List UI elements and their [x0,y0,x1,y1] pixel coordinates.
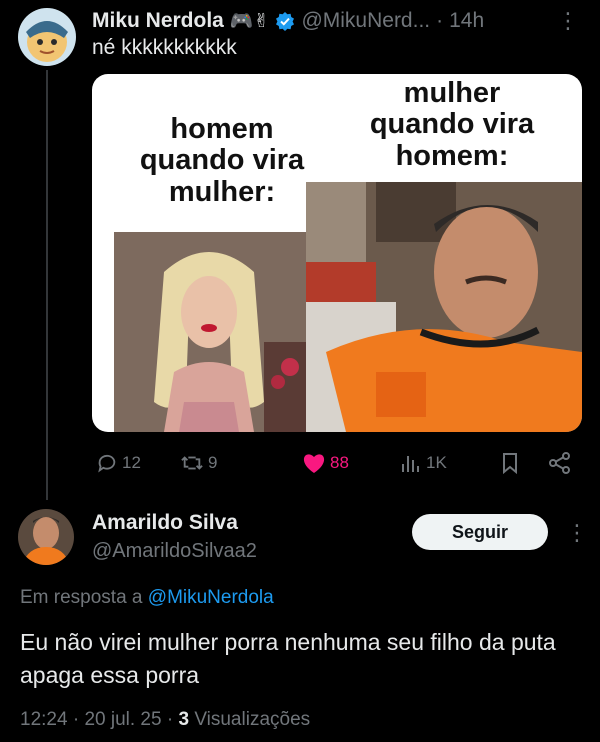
reply-button[interactable]: 12 [92,452,141,474]
reply-avatar[interactable] [18,509,74,565]
tweet-header: Miku Nerdola 🎮✌ @MikuNerd... · 14h ⋮ [92,8,580,34]
reply-count: 12 [122,453,141,472]
separator: · [166,709,174,730]
like-count: 88 [330,453,349,472]
reply-more-options-icon[interactable]: ⋮ [566,520,588,546]
like-button[interactable]: 88 [298,452,349,474]
separator: · [72,709,80,730]
meme-photo-left [114,232,306,432]
reply-date[interactable]: 20 jul. 25 [84,709,161,730]
reply-author-name[interactable]: Amarildo Silva [92,511,238,535]
tweet-actions: 12 9 88 1K [92,449,578,477]
reply-author-handle[interactable]: @AmarildoSilvaa2 [92,540,257,563]
share-button[interactable] [544,452,572,474]
reply-meta: 12:24 · 20 jul. 25 · 3 Visualizações [20,709,310,731]
analytics-icon [400,452,422,474]
views-count: 1K [426,453,447,472]
views-button[interactable]: 1K [396,452,447,474]
meme-photo-right [306,182,582,432]
reply-context: Em resposta a @MikuNerdola [20,587,274,609]
tweet-time[interactable]: 14h [449,9,484,33]
thread-line [46,70,48,500]
avatar[interactable] [18,8,76,66]
verified-icon [275,11,295,31]
reply-views-label: Visualizações [194,709,311,730]
author-name[interactable]: Miku Nerdola [92,9,224,33]
more-options-icon[interactable]: ⋮ [557,8,580,34]
share-icon [548,452,572,474]
meme-caption-right: mulher quando vira homem: [369,77,535,172]
retweet-button[interactable]: 9 [176,452,217,474]
author-emojis: 🎮✌ [229,11,270,32]
bookmark-icon [500,452,520,474]
reply-to-mention[interactable]: @MikuNerdola [148,587,274,608]
retweet-count: 9 [208,453,218,472]
author-handle[interactable]: @MikuNerd... [301,9,430,33]
follow-button[interactable]: Seguir [412,514,548,550]
tweet-media[interactable]: homem quando vira mulher: mulher quando … [92,74,582,432]
reply-text: Eu não virei mulher porra nenhuma seu fi… [20,629,556,688]
meme-caption-left: homem quando vira mulher: [139,113,305,208]
retweet-icon [180,452,204,474]
separator: · [436,9,444,32]
reply-views-count: 3 [178,709,190,730]
reply-time[interactable]: 12:24 [20,709,68,730]
reply-icon [96,452,118,474]
tweet-text: né kkkkkkkkkkk [92,36,237,59]
bookmark-button[interactable] [496,452,520,474]
reply-to-prefix: Em resposta a [20,587,143,608]
heart-icon [302,452,326,474]
